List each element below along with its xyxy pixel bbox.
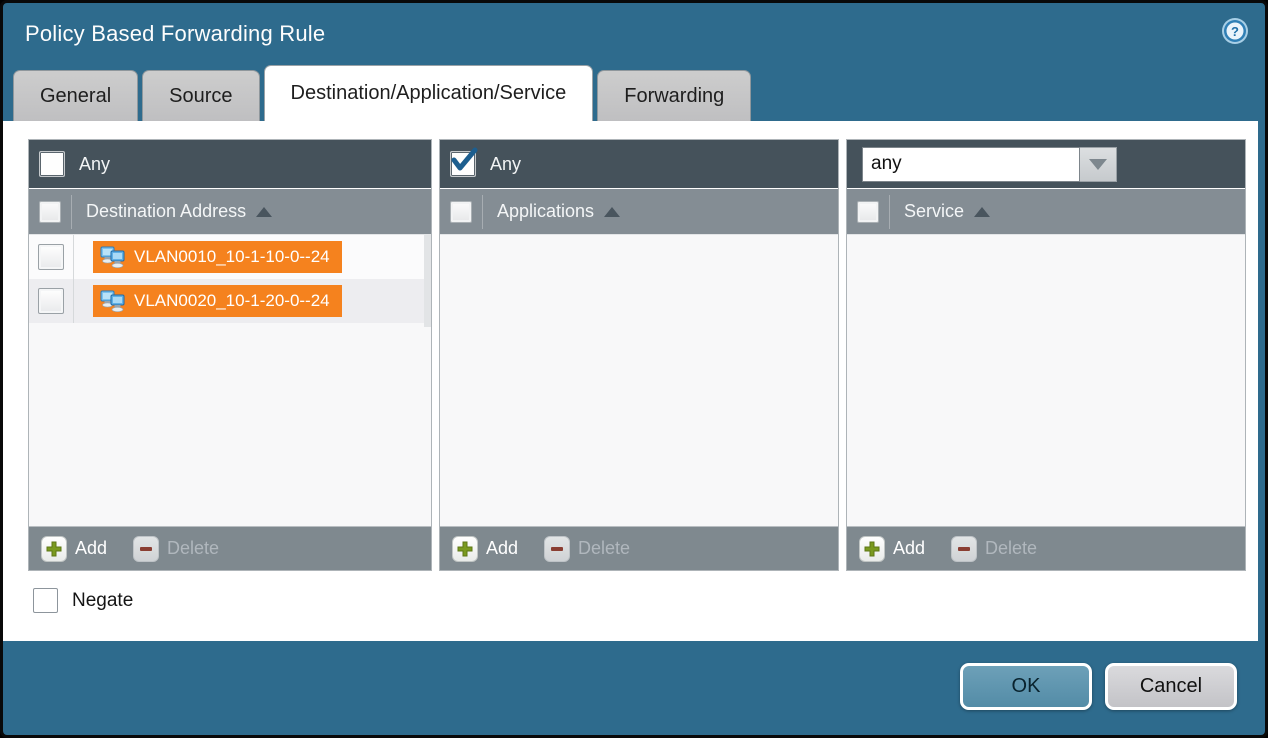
applications-column-header[interactable]: Applications bbox=[440, 188, 838, 234]
selector-columns: Any Destination Address bbox=[28, 139, 1246, 571]
service-select-all-checkbox[interactable] bbox=[857, 201, 879, 223]
row-divider bbox=[73, 235, 74, 279]
scrollbar[interactable] bbox=[424, 235, 431, 327]
destination-any-checkbox[interactable] bbox=[39, 151, 65, 177]
help-icon[interactable]: ? bbox=[1221, 17, 1249, 45]
applications-any-checkbox[interactable] bbox=[450, 151, 476, 177]
minus-icon bbox=[133, 536, 159, 562]
minus-icon bbox=[544, 536, 570, 562]
destination-any-label: Any bbox=[79, 154, 110, 175]
header-divider bbox=[482, 195, 483, 229]
applications-list bbox=[440, 234, 838, 526]
destination-toolbar: Add Delete bbox=[29, 526, 431, 570]
tab-content: Any Destination Address bbox=[3, 121, 1258, 641]
address-object-icon bbox=[100, 245, 126, 269]
sort-ascending-icon bbox=[604, 207, 620, 217]
table-row: VLAN0020_10-1-20-0--24 bbox=[29, 279, 431, 323]
delete-button-label: Delete bbox=[167, 538, 219, 559]
address-object-icon bbox=[100, 289, 126, 313]
destination-address-panel: Any Destination Address bbox=[28, 139, 432, 571]
negate-checkbox[interactable] bbox=[33, 588, 58, 613]
tab-source[interactable]: Source bbox=[142, 70, 259, 121]
address-object-chip[interactable]: VLAN0020_10-1-20-0--24 bbox=[93, 285, 342, 317]
table-row: VLAN0010_10-1-10-0--24 bbox=[29, 235, 431, 279]
delete-button-label: Delete bbox=[578, 538, 630, 559]
service-header-label: Service bbox=[904, 201, 964, 222]
negate-label: Negate bbox=[72, 590, 133, 612]
destination-header-label: Destination Address bbox=[86, 201, 246, 222]
tab-bar: General Source Destination/Application/S… bbox=[13, 65, 755, 121]
delete-button[interactable]: Delete bbox=[544, 536, 630, 562]
header-divider bbox=[71, 195, 72, 229]
svg-text:?: ? bbox=[1231, 24, 1239, 39]
service-column-header[interactable]: Service bbox=[847, 188, 1245, 234]
add-button[interactable]: Add bbox=[41, 536, 107, 562]
dialog-button-row: OK Cancel bbox=[960, 663, 1237, 710]
plus-icon bbox=[452, 536, 478, 562]
add-button-label: Add bbox=[75, 538, 107, 559]
address-object-chip[interactable]: VLAN0010_10-1-10-0--24 bbox=[93, 241, 342, 273]
cancel-button[interactable]: Cancel bbox=[1105, 663, 1237, 710]
service-dropdown-input[interactable] bbox=[862, 147, 1080, 182]
applications-any-label: Any bbox=[490, 154, 521, 175]
service-toolbar: Add Delete bbox=[847, 526, 1245, 570]
add-button-label: Add bbox=[486, 538, 518, 559]
sort-ascending-icon bbox=[256, 207, 272, 217]
service-dropdown-button[interactable] bbox=[1080, 147, 1117, 182]
row-checkbox[interactable] bbox=[38, 244, 64, 270]
row-checkbox[interactable] bbox=[38, 288, 64, 314]
destination-list: VLAN0010_10-1-10-0--24 bbox=[29, 234, 431, 526]
address-object-label: VLAN0020_10-1-20-0--24 bbox=[134, 291, 330, 311]
destination-any-bar: Any bbox=[29, 140, 431, 188]
delete-button[interactable]: Delete bbox=[133, 536, 219, 562]
applications-toolbar: Add Delete bbox=[440, 526, 838, 570]
service-combobox bbox=[862, 147, 1117, 182]
ok-button[interactable]: OK bbox=[960, 663, 1092, 710]
row-divider bbox=[73, 279, 74, 323]
destination-select-all-checkbox[interactable] bbox=[39, 201, 61, 223]
minus-icon bbox=[951, 536, 977, 562]
chevron-down-icon bbox=[1089, 159, 1107, 170]
dialog-title: Policy Based Forwarding Rule bbox=[25, 21, 325, 47]
service-any-bar bbox=[847, 140, 1245, 188]
plus-icon bbox=[41, 536, 67, 562]
delete-button-label: Delete bbox=[985, 538, 1037, 559]
add-button-label: Add bbox=[893, 538, 925, 559]
add-button[interactable]: Add bbox=[859, 536, 925, 562]
applications-panel: Any Applications Add bbox=[439, 139, 839, 571]
destination-column-header[interactable]: Destination Address bbox=[29, 188, 431, 234]
applications-any-bar: Any bbox=[440, 140, 838, 188]
applications-select-all-checkbox[interactable] bbox=[450, 201, 472, 223]
plus-icon bbox=[859, 536, 885, 562]
dialog-title-bar: Policy Based Forwarding Rule ? bbox=[3, 3, 1265, 63]
tab-destination-application-service[interactable]: Destination/Application/Service bbox=[264, 65, 594, 121]
header-divider bbox=[889, 195, 890, 229]
service-panel: Service Add Delete bbox=[846, 139, 1246, 571]
tab-forwarding[interactable]: Forwarding bbox=[597, 70, 751, 121]
applications-header-label: Applications bbox=[497, 201, 594, 222]
tab-general[interactable]: General bbox=[13, 70, 138, 121]
add-button[interactable]: Add bbox=[452, 536, 518, 562]
policy-based-forwarding-dialog: Policy Based Forwarding Rule ? General S… bbox=[0, 0, 1268, 738]
sort-ascending-icon bbox=[974, 207, 990, 217]
service-list bbox=[847, 234, 1245, 526]
address-object-label: VLAN0010_10-1-10-0--24 bbox=[134, 247, 330, 267]
negate-option: Negate bbox=[33, 588, 133, 613]
delete-button[interactable]: Delete bbox=[951, 536, 1037, 562]
